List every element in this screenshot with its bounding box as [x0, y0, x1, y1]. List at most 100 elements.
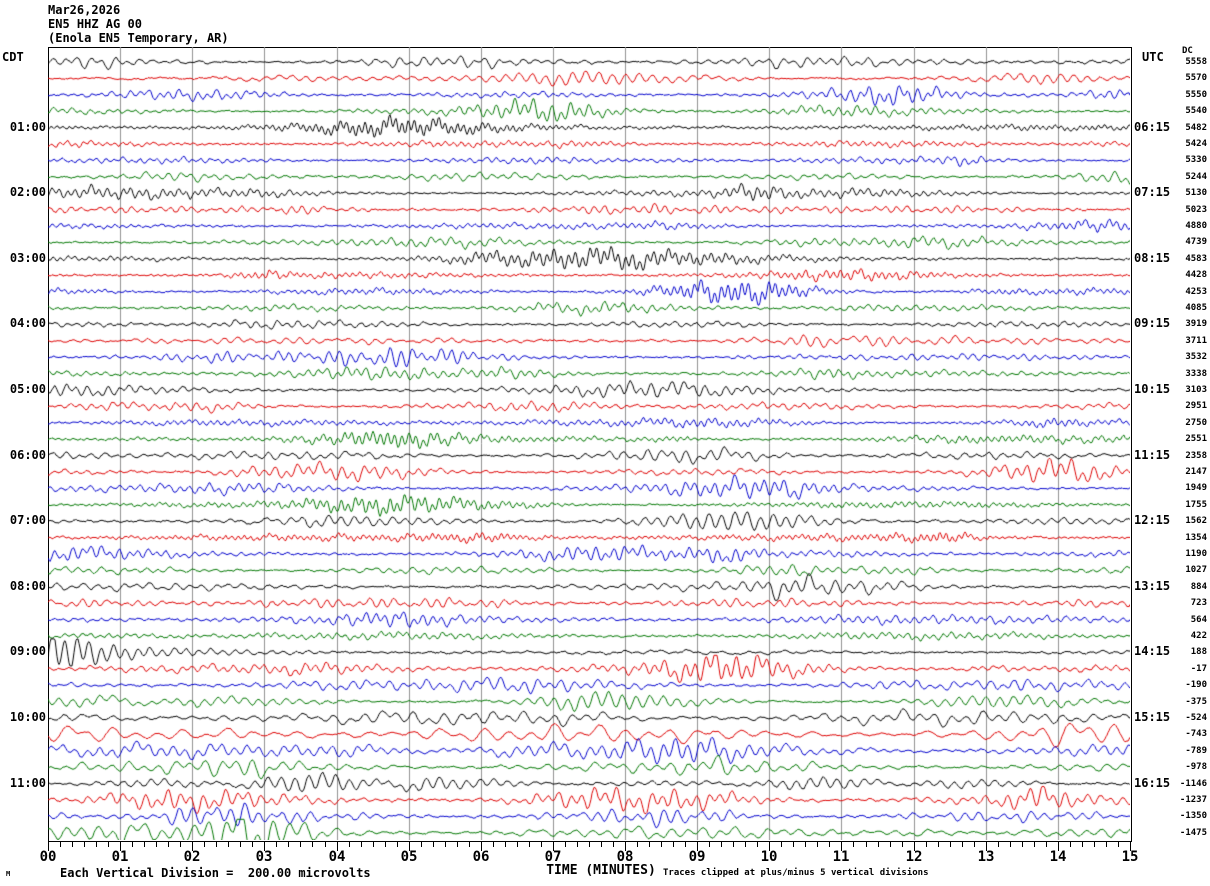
dc-offset-value: 5130 — [1185, 188, 1207, 199]
x-minor-tick — [878, 841, 879, 847]
x-minor-tick — [300, 841, 301, 847]
x-tick-label: 12 — [905, 849, 923, 865]
x-minor-tick — [132, 841, 133, 847]
x-minor-tick — [180, 841, 181, 847]
x-minor-tick — [385, 841, 386, 847]
x-minor-tick — [144, 841, 145, 847]
dc-offset-value: 3532 — [1185, 352, 1207, 363]
x-minor-tick — [1082, 841, 1083, 847]
x-minor-tick — [613, 841, 614, 847]
x-minor-tick — [529, 841, 530, 847]
dc-offset-value: 5558 — [1185, 57, 1207, 67]
x-tick-label: 02 — [183, 849, 201, 865]
x-minor-tick — [60, 841, 61, 847]
cdt-hour-label: 06:00 — [9, 447, 46, 462]
x-minor-tick — [673, 841, 674, 847]
x-minor-tick — [457, 841, 458, 847]
x-minor-tick — [962, 841, 963, 847]
cdt-hour-label: 03:00 — [9, 250, 46, 265]
x-minor-tick — [938, 841, 939, 847]
dc-offset-value: 1949 — [1185, 483, 1207, 494]
x-minor-tick — [902, 841, 903, 847]
dc-offset-value: 1190 — [1185, 549, 1207, 559]
cdt-hour-label: 09:00 — [9, 644, 46, 659]
x-tick-label: 09 — [688, 849, 706, 865]
dc-offset-value: 564 — [1190, 614, 1207, 625]
dc-offset-value: -524 — [1185, 713, 1207, 723]
x-minor-tick — [805, 841, 806, 847]
x-minor-tick — [637, 841, 638, 847]
x-minor-tick — [793, 841, 794, 847]
x-minor-tick — [866, 841, 867, 847]
left-axis-label: CDT — [2, 50, 24, 64]
cdt-hour-label: 01:00 — [9, 119, 46, 134]
dc-offset-value: 4739 — [1185, 237, 1207, 248]
x-tick-label: 14 — [1049, 849, 1067, 865]
x-tick-label: 05 — [400, 849, 418, 865]
x-minor-tick — [1022, 841, 1023, 847]
x-minor-tick — [288, 841, 289, 847]
dc-offset-value: 884 — [1190, 581, 1207, 592]
x-minor-tick — [204, 841, 205, 847]
vertical-scale-note: Each Vertical Division = 200.00 microvol… — [60, 866, 371, 880]
x-minor-tick — [276, 841, 277, 847]
dc-offset-value: 5540 — [1185, 106, 1207, 117]
x-minor-tick — [745, 841, 746, 847]
x-tick-label: 04 — [328, 849, 346, 865]
x-tick-label: 01 — [111, 849, 129, 865]
x-minor-tick — [890, 841, 891, 847]
dc-offset-value: -1475 — [1179, 827, 1207, 838]
helicorder-page: Mar26,2026 EN5 HHZ AG 00 (Enola EN5 Temp… — [0, 0, 1210, 886]
x-minor-tick — [493, 841, 494, 847]
x-minor-tick — [84, 841, 85, 847]
x-minor-tick — [361, 841, 362, 847]
dc-offset-value: -789 — [1185, 745, 1207, 756]
x-minor-tick — [156, 841, 157, 847]
dc-offset-value: 2750 — [1185, 417, 1207, 428]
x-tick-label: 00 — [39, 849, 57, 865]
x-minor-tick — [817, 841, 818, 847]
clip-note: Traces clipped at plus/minus 5 vertical … — [663, 868, 929, 878]
x-minor-tick — [1118, 841, 1119, 847]
dc-offset-value: 188 — [1190, 647, 1207, 658]
x-minor-tick — [72, 841, 73, 847]
cdt-hour-label: 02:00 — [9, 185, 46, 200]
x-minor-tick — [601, 841, 602, 847]
x-minor-tick — [312, 841, 313, 847]
x-minor-tick — [998, 841, 999, 847]
dc-offset-value: -1146 — [1179, 778, 1207, 789]
dc-offset-value: -17 — [1190, 663, 1207, 674]
dc-offset-value: 2358 — [1185, 450, 1207, 461]
x-minor-tick — [721, 841, 722, 847]
x-minor-tick — [252, 841, 253, 847]
x-tick-label: 15 — [1121, 849, 1139, 865]
cdt-hour-label: 10:00 — [9, 710, 46, 724]
plot-date: Mar26,2026 — [48, 3, 121, 17]
dc-offset-value: 2551 — [1185, 434, 1207, 445]
dc-offset-value: -1350 — [1179, 811, 1207, 822]
x-minor-tick — [733, 841, 734, 847]
x-minor-tick — [1094, 841, 1095, 847]
station-name: (Enola EN5 Temporary, AR) — [48, 31, 229, 45]
x-minor-tick — [577, 841, 578, 847]
watermark: M — [6, 870, 11, 878]
dc-offset-value: -978 — [1185, 762, 1207, 773]
dc-offset-value: 4253 — [1185, 286, 1207, 297]
x-tick-label: 10 — [760, 849, 778, 865]
dc-column-label: DC — [1182, 46, 1193, 56]
dc-offset-value: 723 — [1190, 598, 1207, 609]
x-axis-title: TIME (MINUTES) — [546, 863, 656, 878]
x-minor-tick — [829, 841, 830, 847]
dc-offset-value: 4428 — [1185, 270, 1207, 281]
x-minor-tick — [757, 841, 758, 847]
dc-offset-value: 2951 — [1185, 401, 1207, 412]
x-minor-tick — [709, 841, 710, 847]
dc-offset-value: 4880 — [1185, 221, 1207, 231]
dc-offset-value: 5244 — [1185, 171, 1207, 182]
x-minor-tick — [661, 841, 662, 847]
x-minor-tick — [517, 841, 518, 847]
seismogram-traces-canvas — [48, 47, 1130, 840]
x-minor-tick — [1046, 841, 1047, 847]
x-minor-tick — [853, 841, 854, 847]
x-minor-tick — [685, 841, 686, 847]
